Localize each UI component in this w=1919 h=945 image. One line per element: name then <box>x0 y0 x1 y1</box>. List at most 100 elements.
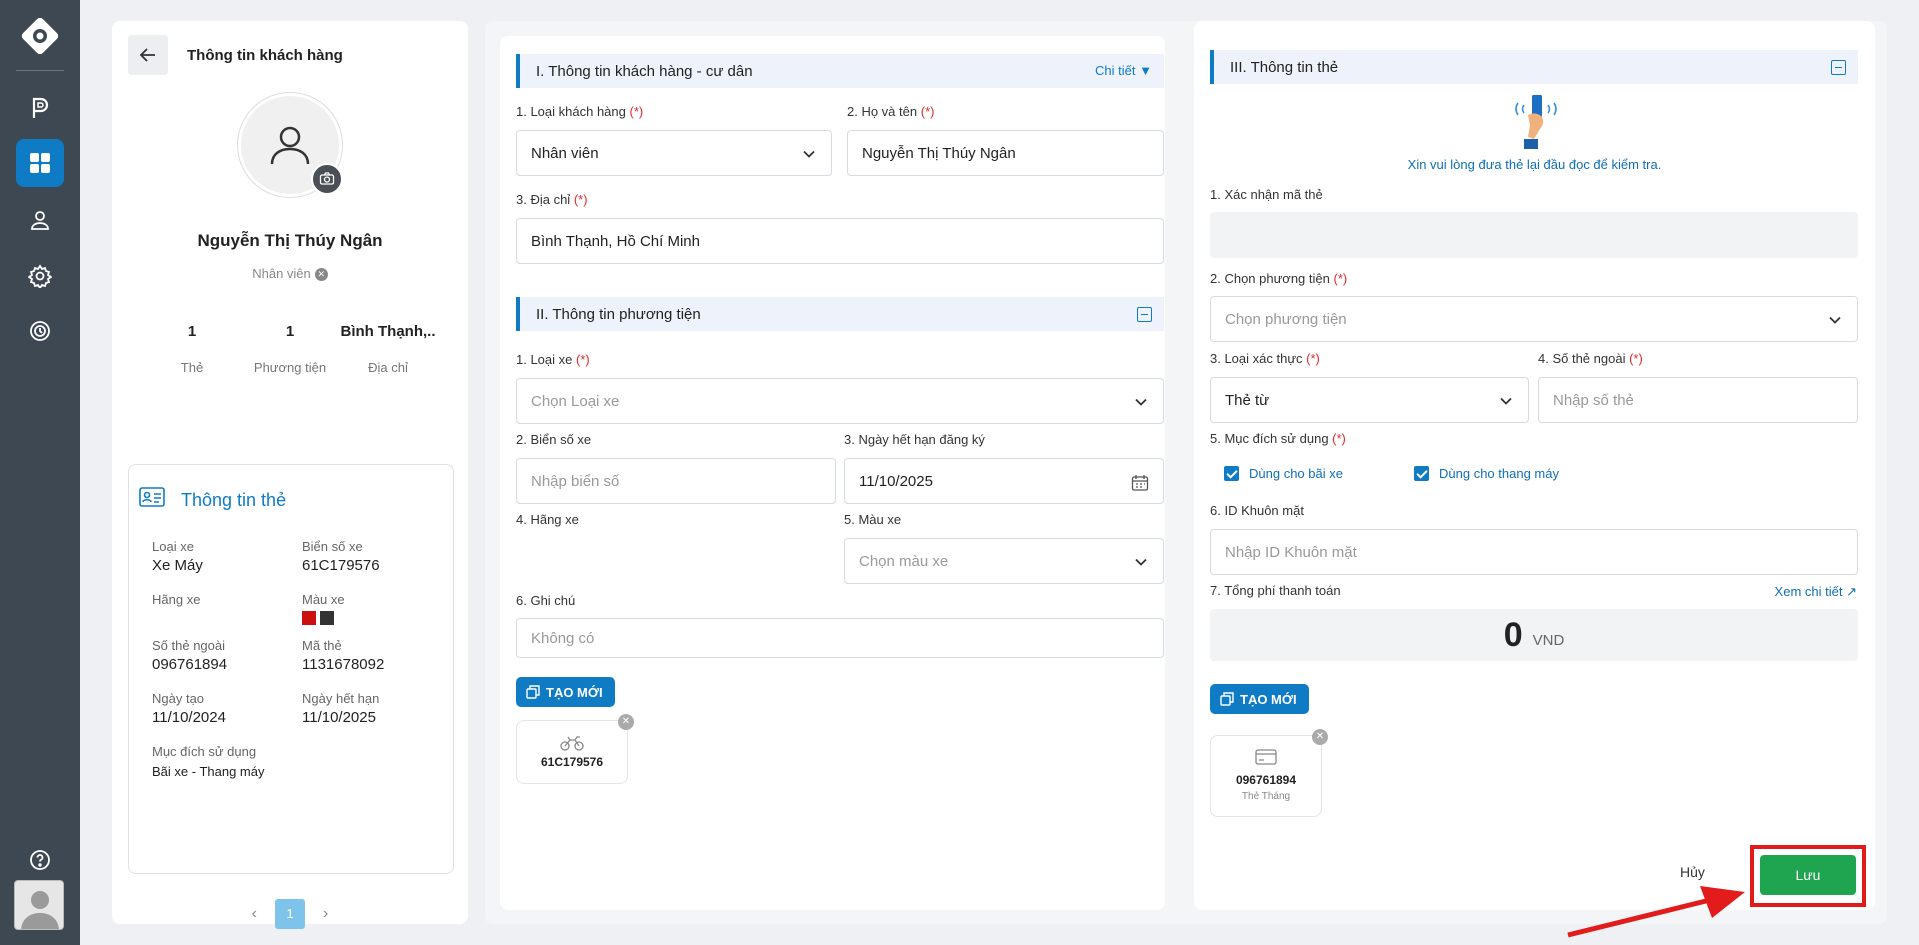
remove-card-icon[interactable]: ✕ <box>1312 729 1328 745</box>
card-tile[interactable]: 096761894 Thẻ Tháng ✕ <box>1210 729 1328 817</box>
brand-label: 4. Hãng xe <box>516 512 579 527</box>
help-icon[interactable] <box>16 836 64 884</box>
usage-purpose: Mục đích sử dụng Bãi xe - Thang máy <box>152 744 265 779</box>
stat-address: Bình Thạnh,.. Địa chỉ <box>340 323 436 375</box>
sidebar <box>0 0 80 945</box>
brand: Hãng xe <box>152 592 201 607</box>
created-date: Ngày tạo 11/10/2024 <box>152 691 226 726</box>
pagination: ‹ 1 › <box>112 899 468 929</box>
ext-card-label: 4. Số thẻ ngoài (*) <box>1538 351 1643 366</box>
total-label: 7. Tổng phí thanh toán <box>1210 583 1341 598</box>
vehicle-tile[interactable]: 61C179576 ✕ <box>516 714 634 784</box>
customer-role: Nhân viên ✕ <box>112 266 468 282</box>
user-icon[interactable] <box>16 196 64 244</box>
customer-type-label: 1. Loại khách hàng (*) <box>516 104 644 119</box>
copy-icon <box>1220 692 1234 706</box>
color-select[interactable]: Chọn màu xe <box>844 538 1164 584</box>
parking-checkbox[interactable]: Dùng cho bãi xe <box>1224 466 1343 481</box>
card-form: III. Thông tin thẻ Xin vui lòng đưa thẻ … <box>1194 21 1875 910</box>
auth-type-select[interactable]: Thẻ từ <box>1210 377 1529 423</box>
parking-icon[interactable] <box>16 84 64 132</box>
address-input[interactable]: Bình Thạnh, Hồ Chí Minh <box>516 218 1164 264</box>
plate-label: 2. Biển số xe <box>516 432 592 447</box>
color-label: 5. Màu xe <box>844 512 902 527</box>
camera-icon[interactable] <box>311 163 343 195</box>
customer-panel: Thông tin khách hàng Nguyễn Thị Thúy Ngâ… <box>112 21 468 929</box>
face-id-label: 6. ID Khuôn mặt <box>1210 503 1304 518</box>
history-icon[interactable] <box>16 307 64 355</box>
page-number-button[interactable]: 1 <box>275 899 305 929</box>
checkbox-checked-icon <box>1224 466 1239 481</box>
external-card-no: Số thẻ ngoài 096761894 <box>152 638 228 673</box>
checkbox-checked-icon <box>1414 466 1429 481</box>
address-label: 3. Địa chỉ (*) <box>516 192 588 207</box>
purpose-label: 5. Mục đích sử dụng (*) <box>1210 431 1346 446</box>
calendar-icon[interactable] <box>1131 474 1149 492</box>
chevron-down-icon <box>1135 558 1147 566</box>
next-page-button[interactable]: › <box>323 905 328 923</box>
user-avatar[interactable] <box>14 880 64 930</box>
collapse-icon[interactable] <box>1831 60 1846 75</box>
panel-title: Thông tin khách hàng <box>187 47 343 64</box>
note-label: 6. Ghi chú <box>516 593 576 608</box>
choose-vehicle-label: 2. Chọn phương tiện (*) <box>1210 271 1348 286</box>
choose-vehicle-select[interactable]: Chọn phương tiện <box>1210 296 1858 342</box>
sidebar-divider <box>16 70 64 71</box>
chevron-down-icon <box>1135 398 1147 406</box>
reader-hint: Xin vui lòng đưa thẻ lại đầu đọc để kiểm… <box>1407 157 1662 172</box>
ext-card-input[interactable]: Nhập số thẻ <box>1538 377 1858 423</box>
prev-page-button[interactable]: ‹ <box>252 905 257 923</box>
stat-vehicles: 1 Phương tiện <box>253 323 327 375</box>
customer-type-select[interactable]: Nhân viên <box>516 130 832 176</box>
reg-expiry-date-input[interactable]: 11/10/2025 <box>844 458 1164 504</box>
fullname-label: 2. Họ và tên (*) <box>847 104 935 119</box>
card-reader-icon <box>1510 93 1562 156</box>
confirm-code-label: 1. Xác nhận mã thẻ <box>1210 187 1323 202</box>
card-info-box: Thông tin thẻ Loại xe Xe Máy Biển số xe 61… <box>128 464 454 874</box>
vehicle-type: Loại xe Xe Máy <box>152 539 203 574</box>
create-card-button[interactable]: TẠO MỚI <box>1210 684 1309 714</box>
collapse-icon[interactable] <box>1137 307 1152 322</box>
vehicle-color: Màu xe <box>302 592 345 628</box>
role-clear-icon[interactable]: ✕ <box>314 268 328 282</box>
card-info-title: Thông tin thẻ <box>181 490 287 510</box>
customer-vehicle-form: I. Thông tin khách hàng - cư dân Chi tiế… <box>500 36 1165 910</box>
confirm-code-input[interactable] <box>1210 212 1858 258</box>
section-card-header: III. Thông tin thẻ <box>1210 50 1858 84</box>
color-swatch-dark <box>320 611 334 625</box>
card-code: Mã thẻ 1131678092 <box>302 638 385 673</box>
elevator-checkbox[interactable]: Dùng cho thang máy <box>1414 466 1559 481</box>
view-detail-link[interactable]: Xem chi tiết ↗ <box>1775 584 1857 600</box>
save-button[interactable]: Lưu <box>1760 855 1856 895</box>
cancel-button[interactable]: Hủy <box>1680 864 1705 880</box>
external-link-icon: ↗ <box>1846 584 1857 599</box>
motorbike-icon <box>517 735 627 754</box>
copy-icon <box>526 685 540 699</box>
expiry-date: Ngày hết hạn 11/10/2025 <box>302 691 380 726</box>
app-logo-icon[interactable] <box>20 16 60 56</box>
section-vehicle-header: II. Thông tin phương tiện <box>516 297 1164 331</box>
back-button[interactable] <box>128 35 168 75</box>
chevron-down-icon <box>803 150 815 158</box>
vehicle-type-select[interactable]: Chọn Loại xe <box>516 378 1164 424</box>
dashboard-icon[interactable] <box>16 139 64 187</box>
note-input[interactable]: Không có <box>516 618 1164 658</box>
color-swatch-red <box>302 611 316 625</box>
detail-toggle[interactable]: Chi tiết ▼ <box>1095 63 1152 78</box>
chevron-down-icon <box>1829 316 1841 324</box>
create-vehicle-button[interactable]: TẠO MỚI <box>516 677 615 707</box>
plate-input[interactable]: Nhập biển số <box>516 458 836 504</box>
face-id-input[interactable]: Nhập ID Khuôn mặt <box>1210 529 1858 575</box>
annotation-arrow-icon <box>1560 880 1750 943</box>
total-amount: 0 VND <box>1210 609 1858 661</box>
chevron-down-icon <box>1500 397 1512 405</box>
reg-expiry-label: 3. Ngày hết hạn đăng ký <box>844 432 985 447</box>
plate: Biển số xe 61C179576 <box>302 539 380 574</box>
stat-cards: 1 Thẻ <box>180 323 204 375</box>
remove-vehicle-icon[interactable]: ✕ <box>618 714 634 730</box>
fullname-input[interactable]: Nguyễn Thị Thúy Ngân <box>847 130 1164 176</box>
settings-icon[interactable] <box>16 252 64 300</box>
id-card-icon <box>139 487 165 510</box>
credit-card-icon <box>1211 748 1321 769</box>
section-customer-header: I. Thông tin khách hàng - cư dân Chi tiế… <box>516 54 1164 88</box>
